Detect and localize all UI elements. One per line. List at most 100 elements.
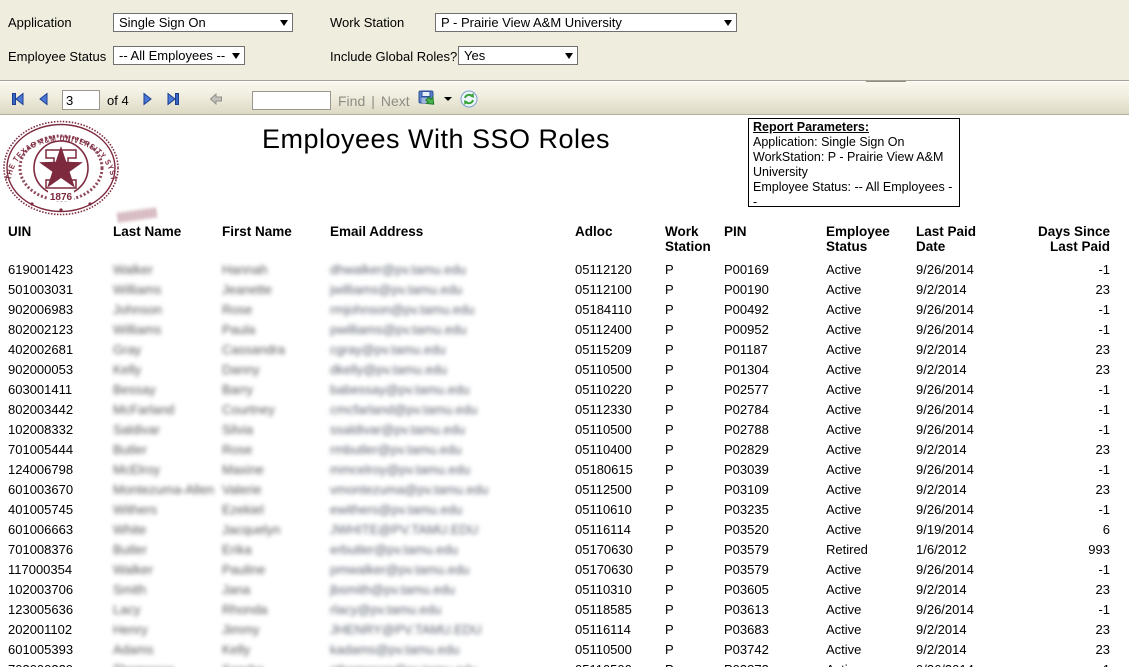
table-row: 601003670Montezuma-AllenValerievmontezum… [0,479,1129,499]
export-menu-caret-icon[interactable] [444,97,452,101]
cell-last-paid-date: 9/26/2014 [916,322,986,337]
cell-email-address: babessay@pv.tamu.edu [330,382,570,397]
cell-first-name: Silvia [222,422,326,437]
cell-work-station: P [665,562,711,577]
cell-last-name: Montezuma-Allen [113,482,218,497]
cell-last-paid-date: 9/26/2014 [916,422,986,437]
cell-work-station: P [665,402,711,417]
cell-days-since-last-paid: -1 [1008,502,1110,517]
cell-pin: P01187 [724,342,819,357]
cell-employee-status: Active [826,462,890,477]
chevron-down-icon [724,20,732,26]
cell-pin: P00190 [724,282,819,297]
cell-employee-status: Active [826,642,890,657]
cell-uin: 117000354 [8,562,108,577]
cell-work-station: P [665,362,711,377]
cell-days-since-last-paid: -1 [1008,262,1110,277]
cell-uin: 802003442 [8,402,108,417]
table-row: 402002681GrayCassandracgray@pv.tamu.edu0… [0,339,1129,359]
cell-last-paid-date: 9/26/2014 [916,262,986,277]
back-to-parent-report-button[interactable] [206,89,226,109]
cell-first-name: Courtney [222,402,326,417]
cell-pin: P03579 [724,562,819,577]
current-page-input[interactable] [62,90,100,110]
cell-email-address: JHENRY@PV.TAMU.EDU [330,622,570,637]
table-row: 202001102HenryJimmyJHENRY@PV.TAMU.EDU051… [0,619,1129,639]
previous-page-button[interactable] [34,89,54,109]
cell-email-address: jbsmith@pv.tamu.edu [330,582,570,597]
work-station-select[interactable]: P - Prairie View A&M University [435,13,737,32]
cell-uin: 703000329 [8,662,108,667]
cell-last-name: Henry [113,622,218,637]
cell-uin: 701005444 [8,442,108,457]
application-select[interactable]: Single Sign On [113,13,293,32]
refresh-button[interactable] [459,89,479,109]
report-parameters-title: Report Parameters: [753,120,955,135]
cell-last-paid-date: 9/2/2014 [916,342,986,357]
table-row: 902006983JohnsonRosermjohnson@pv.tamu.ed… [0,299,1129,319]
first-page-button[interactable] [8,89,28,109]
cell-work-station: P [665,542,711,557]
cell-employee-status: Retired [826,542,890,557]
cell-first-name: Rose [222,302,326,317]
table-row: 117000354WalkerPaulinepmwalker@pv.tamu.e… [0,559,1129,579]
table-row: 802003442McFarlandCourtneycmcfarland@pv.… [0,399,1129,419]
cell-work-station: P [665,422,711,437]
cell-first-name: Jana [222,582,326,597]
cell-days-since-last-paid: 23 [1008,642,1110,657]
table-row: 102008332SaldivarSilviassaldivar@pv.tamu… [0,419,1129,439]
cell-last-name: Williams [113,322,218,337]
cell-days-since-last-paid: -1 [1008,402,1110,417]
column-header-days-since-last-paid: Days Since Last Paid [1008,224,1110,254]
cell-days-since-last-paid: -1 [1008,602,1110,617]
search-input[interactable] [252,91,331,110]
last-page-button[interactable] [163,89,183,109]
report-parameters-line: Application: Single Sign On [753,135,955,150]
cell-pin: P03605 [724,582,819,597]
cell-last-paid-date: 9/2/2014 [916,582,986,597]
next-button[interactable]: Next [381,93,410,109]
cell-first-name: Danny [222,362,326,377]
include-global-roles-select[interactable]: Yes [458,46,578,65]
cell-employee-status: Active [826,362,890,377]
table-row: 601006663WhiteJacquelynJWHITE@PV.TAMU.ED… [0,519,1129,539]
column-header-pin: PIN [724,224,819,239]
employee-status-select[interactable]: -- All Employees -- [113,46,245,65]
cell-days-since-last-paid: -1 [1008,562,1110,577]
next-page-button[interactable] [137,89,157,109]
report-parameters-line: Employee Status: -- All Employees -- [753,180,955,207]
cell-first-name: Jacquelyn [222,522,326,537]
table-row: 701005444ButlerRosermbutler@pv.tamu.edu0… [0,439,1129,459]
find-button[interactable]: Find [338,93,365,109]
export-button[interactable] [418,89,438,109]
report-parameters-line: WorkStation: P - Prairie View A&M Univer… [753,150,955,180]
cell-employee-status: Active [826,302,890,317]
chevron-down-icon [565,53,573,59]
report-body: THE TEXAS A&M UNIVERSITY SYSTEM 1876 Emp… [0,115,1129,667]
cell-last-paid-date: 9/26/2014 [916,382,986,397]
cell-uin: 902000053 [8,362,108,377]
cell-work-station: P [665,462,711,477]
cell-last-name: White [113,522,218,537]
cell-adloc: 05110610 [575,502,660,517]
cell-uin: 202001102 [8,622,108,637]
report-title: Employees With SSO Roles [150,124,722,155]
cell-days-since-last-paid: 6 [1008,522,1110,537]
cell-employee-status: Active [826,262,890,277]
cell-last-name: Saldivar [113,422,218,437]
cell-uin: 102003706 [8,582,108,597]
cell-days-since-last-paid: -1 [1008,382,1110,397]
employee-status-label: Employee Status [8,49,106,64]
cell-uin: 123005636 [8,602,108,617]
cell-employee-status: Active [826,602,890,617]
table-row: 802002123WilliamsPaulapwilliams@pv.tamu.… [0,319,1129,339]
cell-employee-status: Active [826,282,890,297]
cell-employee-status: Active [826,502,890,517]
column-header-work-station: Work Station [665,224,711,254]
cell-days-since-last-paid: -1 [1008,422,1110,437]
cell-work-station: P [665,302,711,317]
cell-adloc: 05112330 [575,402,660,417]
column-header-last-paid-date: Last Paid Date [916,224,986,254]
cell-last-paid-date: 9/2/2014 [916,362,986,377]
include-global-roles-label: Include Global Roles? [330,49,457,64]
